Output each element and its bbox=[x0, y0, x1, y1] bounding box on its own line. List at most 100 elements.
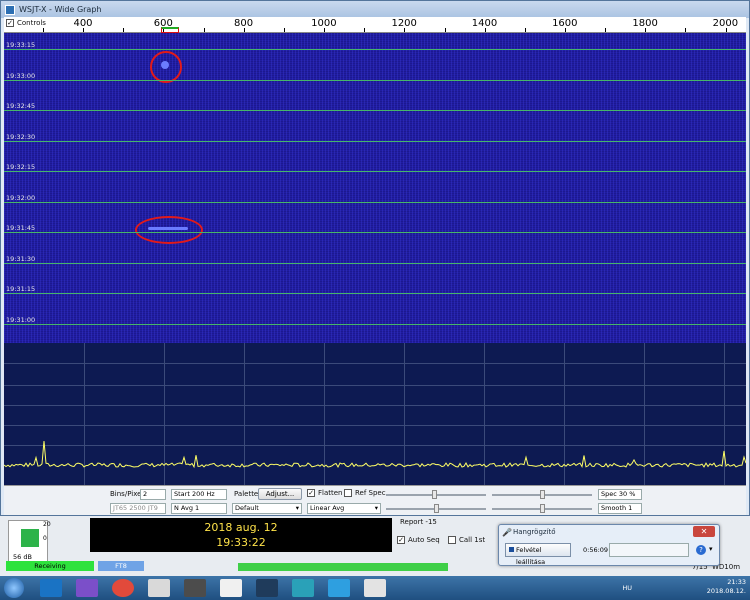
gain-slider[interactable] bbox=[432, 490, 437, 499]
flatten-label: Flatten bbox=[318, 489, 343, 497]
clock-date: 2018.08.12. bbox=[706, 587, 746, 595]
network-icon[interactable] bbox=[148, 579, 170, 597]
spec-percent-spinbox[interactable]: Spec 30 % bbox=[598, 489, 642, 500]
help-icon[interactable]: ? bbox=[696, 545, 706, 555]
close-button[interactable]: ✕ bbox=[693, 526, 715, 537]
frequency-scale: ✓ Controls 400 600 800 1000 1200 1400 1600 1800… bbox=[4, 17, 746, 33]
controls-checkbox[interactable]: ✓ Controls bbox=[6, 19, 46, 27]
auto-seq-label: Auto Seq bbox=[408, 536, 440, 544]
time-marker-line bbox=[4, 79, 746, 81]
frequency-tick bbox=[203, 28, 205, 32]
meter-scale-top: 20 bbox=[43, 521, 51, 528]
media-icon[interactable] bbox=[292, 579, 314, 597]
stop-icon bbox=[509, 547, 514, 552]
ref-slider[interactable] bbox=[434, 504, 439, 513]
time-marker-label: 19:31:00 bbox=[6, 315, 36, 324]
meter-db: 56 dB bbox=[13, 553, 32, 561]
chrome-icon[interactable] bbox=[112, 579, 134, 597]
waterfall-display[interactable]: 19:33:15 19:33:00 19:32:45 19:32:30 19:32:15… bbox=[4, 33, 746, 343]
stop-recording-label: Felvétel leállítása bbox=[516, 546, 546, 566]
frequency-tick bbox=[444, 28, 446, 32]
bins-label: Bins/Pixel bbox=[110, 490, 144, 498]
clock-time: 19:33:22 bbox=[216, 536, 266, 549]
flatten-checkbox-box[interactable]: ✓ bbox=[307, 489, 315, 497]
call-1st-checkbox[interactable]: Call 1st bbox=[448, 536, 485, 544]
bins-spinbox[interactable]: 2 bbox=[140, 489, 166, 500]
report-spinbox[interactable]: Report -15 bbox=[400, 518, 437, 526]
navg-spinbox[interactable]: N Avg 1 bbox=[171, 503, 227, 514]
time-marker-label: 19:33:15 bbox=[6, 41, 36, 49]
frequency-tick bbox=[324, 28, 326, 32]
time-marker-line bbox=[4, 262, 746, 264]
refspec-checkbox-box[interactable] bbox=[344, 489, 352, 497]
frequency-tick bbox=[123, 28, 125, 32]
viber-icon[interactable] bbox=[76, 579, 98, 597]
refspec-checkbox[interactable]: Ref Spec bbox=[344, 489, 386, 497]
time-marker-line bbox=[4, 110, 746, 111]
utc-clock: 2018 aug. 12 19:33:22 bbox=[90, 518, 392, 552]
microphone-icon: 🎤 bbox=[502, 528, 512, 537]
time-marker-label: 19:32:30 bbox=[6, 132, 36, 141]
chevron-down-icon[interactable]: ▾ bbox=[709, 545, 713, 553]
time-marker-line bbox=[4, 49, 746, 50]
signal-meter: 20 0 56 dB bbox=[8, 520, 51, 564]
flatten-checkbox[interactable]: ✓ Flatten bbox=[307, 489, 343, 497]
time-marker-label: 19:32:15 bbox=[6, 163, 36, 171]
tx-progress-bar bbox=[238, 563, 448, 571]
spectrum-display[interactable] bbox=[4, 343, 746, 485]
telegram-icon[interactable] bbox=[328, 579, 350, 597]
clock-date: 2018 aug. 12 bbox=[204, 521, 278, 534]
palette-label: Palette bbox=[234, 490, 259, 498]
auto-seq-checkbox[interactable]: ✓ Auto Seq bbox=[397, 536, 440, 544]
wsjtx-app-icon bbox=[5, 4, 15, 15]
smooth-spinbox[interactable]: Smooth 1 bbox=[598, 503, 642, 514]
radio-app-icon[interactable] bbox=[184, 579, 206, 597]
title-bar[interactable]: WSJT-X - Wide Graph bbox=[1, 1, 749, 18]
average-mode-select[interactable]: Linear Avg ▾ bbox=[307, 503, 381, 514]
wsjtx-taskbar-icon[interactable] bbox=[256, 579, 278, 597]
frequency-tick bbox=[83, 28, 85, 32]
refspec-label: Ref Spec bbox=[355, 489, 386, 497]
explorer-icon[interactable] bbox=[40, 579, 62, 597]
frequency-tick bbox=[43, 28, 44, 32]
frequency-tick bbox=[524, 28, 526, 32]
palette-select[interactable]: Default ▾ bbox=[232, 503, 302, 514]
start-frequency-spinbox[interactable]: Start 200 Hz bbox=[171, 489, 227, 500]
frequency-tick bbox=[645, 28, 647, 32]
zero-slider[interactable] bbox=[540, 490, 545, 499]
average-mode-value: Linear Avg bbox=[310, 504, 345, 512]
system-clock[interactable]: 21:33 2018.08.12. bbox=[707, 578, 746, 596]
auto-seq-checkbox-box[interactable]: ✓ bbox=[397, 536, 405, 544]
time-marker-line bbox=[4, 323, 746, 325]
call-1st-checkbox-box[interactable] bbox=[448, 536, 456, 544]
clock-time: 21:33 bbox=[727, 578, 746, 586]
control-panel-icon[interactable] bbox=[220, 579, 242, 597]
time-marker-line bbox=[4, 232, 746, 233]
taskbar: HU 21:33 2018.08.12. bbox=[0, 576, 750, 600]
chevron-down-icon: ▾ bbox=[295, 504, 299, 512]
time-marker-label: 19:31:15 bbox=[6, 285, 36, 293]
frequency-tick bbox=[283, 28, 285, 32]
controls-checkbox-box[interactable]: ✓ bbox=[6, 19, 14, 27]
level-slider[interactable] bbox=[540, 504, 545, 513]
microphone-taskbar-icon[interactable] bbox=[364, 579, 386, 597]
frequency-tick bbox=[484, 28, 486, 32]
time-marker-line bbox=[4, 140, 746, 142]
start-button[interactable] bbox=[4, 578, 24, 598]
window-title: WSJT-X - Wide Graph bbox=[19, 5, 102, 14]
chevron-down-icon: ▾ bbox=[374, 504, 378, 512]
meter-bar bbox=[21, 529, 39, 547]
time-marker-label: 19:33:00 bbox=[6, 71, 36, 80]
signal-trace bbox=[161, 61, 169, 69]
signal-trace bbox=[148, 227, 188, 230]
time-marker-label: 19:32:45 bbox=[6, 102, 36, 110]
frequency-tick bbox=[243, 28, 245, 32]
sound-recorder-window: 🎤 Hangrögzítő ✕ Felvétel leállítása 0:56… bbox=[498, 524, 720, 566]
stop-recording-button[interactable]: Felvétel leállítása bbox=[505, 543, 571, 566]
palette-select-value: Default bbox=[235, 504, 259, 512]
time-marker-label: 19:31:45 bbox=[6, 224, 36, 232]
adjust-button[interactable]: Adjust... bbox=[258, 488, 302, 500]
frequency-tick bbox=[404, 28, 406, 32]
language-indicator[interactable]: HU bbox=[622, 584, 632, 592]
controls-label: Controls bbox=[17, 19, 46, 27]
